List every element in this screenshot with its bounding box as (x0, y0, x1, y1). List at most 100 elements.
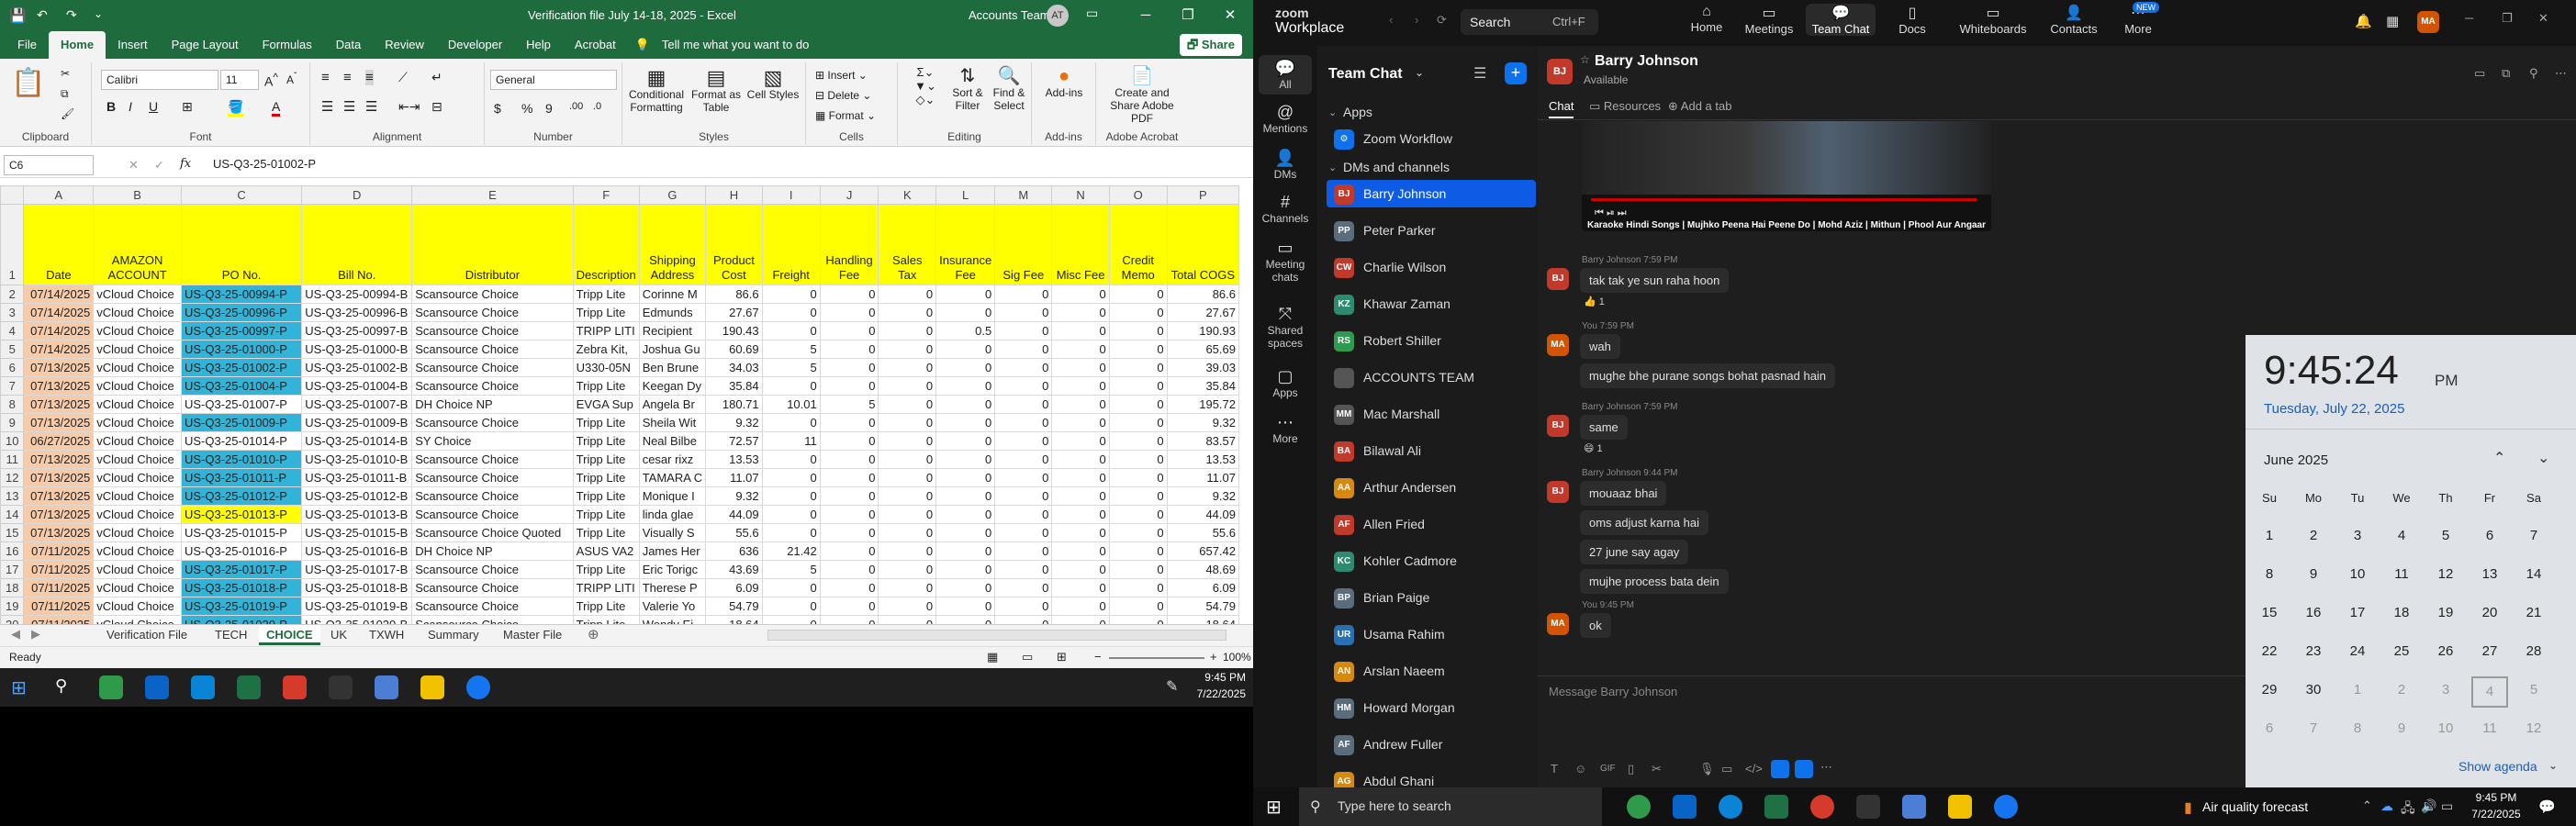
cell-st[interactable]: 0 (878, 376, 937, 396)
column-header[interactable]: E (411, 185, 574, 205)
cell-fr[interactable]: 0 (761, 486, 821, 506)
font-color-icon[interactable]: A (272, 99, 281, 117)
cell-po[interactable]: US-Q3-25-01010-P (180, 450, 303, 469)
collapse-apps-icon[interactable]: ⌄ (1328, 106, 1337, 118)
cell-date[interactable]: 07/11/2025 (23, 541, 95, 561)
row-header[interactable]: 8 (0, 395, 25, 414)
pen-icon[interactable]: ✎ (1166, 677, 1178, 696)
cell-total[interactable]: 65.69 (1166, 340, 1239, 359)
star-icon[interactable]: ☆ (1580, 53, 1590, 66)
cell-total[interactable]: 13.53 (1166, 450, 1239, 469)
cell-po[interactable]: US-Q3-25-01015-P (180, 523, 303, 542)
cell-st[interactable]: 0 (878, 578, 937, 597)
cell-total[interactable]: 35.84 (1166, 376, 1239, 396)
cell-acct[interactable]: vCloud Choice (93, 395, 182, 414)
contact-item-allen-fried[interactable]: AF Allen Fried (1327, 510, 1536, 538)
reaction-badge[interactable]: 😄 1 (1584, 442, 1603, 454)
search-icon[interactable]: ⚲ (55, 676, 67, 696)
message-bubble[interactable]: same (1580, 415, 1628, 440)
formula-input[interactable]: US-Q3-25-01002-P (213, 154, 1232, 174)
cell-desc[interactable]: TRIPP LITI (572, 578, 640, 597)
calendar-day[interactable]: 24 (2339, 643, 2376, 659)
cell-cm[interactable]: 0 (1108, 468, 1168, 487)
cell-acct[interactable]: vCloud Choice (93, 413, 182, 432)
contact-item-charlie-wilson[interactable]: CW Charlie Wilson (1327, 253, 1536, 281)
filter-icon[interactable]: ☰ (1473, 64, 1486, 83)
cell-acct[interactable]: vCloud Choice (93, 486, 182, 506)
cell-st[interactable]: 0 (878, 358, 937, 377)
calendar-day[interactable]: 29 (2251, 682, 2288, 698)
column-header[interactable]: J (819, 185, 879, 205)
cell-bill[interactable]: US-Q3-25-01016-B (301, 541, 413, 561)
cell-date[interactable]: 07/14/2025 (23, 321, 95, 340)
enter-icon[interactable]: ✓ (154, 158, 164, 173)
message-avatar[interactable]: MA (1547, 334, 1569, 356)
cell-st[interactable]: 0 (878, 560, 937, 579)
cell-sig[interactable]: 0 (994, 560, 1053, 579)
column-title[interactable]: Total COGS (1166, 204, 1239, 285)
rail-channels[interactable]: # Channels (1253, 193, 1317, 225)
find-select-button[interactable]: 🔍 Find & Select (988, 66, 1030, 113)
calendar-day[interactable]: 3 (2427, 682, 2464, 698)
cell-bill[interactable]: US-Q3-25-01013-B (301, 505, 413, 524)
cell-dist[interactable]: Scansource Choice (411, 450, 574, 469)
more-options-icon[interactable]: ⋯ (2555, 66, 2567, 81)
reaction-badge[interactable]: 👍 1 (1584, 296, 1605, 307)
dms-section-label[interactable]: DMs and channels (1343, 160, 1450, 174)
cell-cost[interactable]: 60.69 (705, 340, 763, 359)
chevron-down-icon[interactable]: ⌄ (2548, 759, 2558, 772)
apps-section-label[interactable]: Apps (1343, 105, 1372, 119)
cell-acct[interactable]: vCloud Choice (93, 541, 182, 561)
cell-sig[interactable]: 0 (994, 450, 1053, 469)
cell-misc[interactable]: 0 (1051, 486, 1110, 506)
file-explorer-icon[interactable] (420, 675, 444, 699)
maximize-icon[interactable]: ❐ (1167, 0, 1209, 31)
calendar-day[interactable]: 28 (2515, 643, 2552, 659)
cell-po[interactable]: US-Q3-25-01002-P (180, 358, 303, 377)
cell-hf[interactable]: 0 (819, 523, 879, 542)
minimize-icon[interactable]: ─ (1125, 0, 1167, 31)
cell-misc[interactable]: 0 (1051, 615, 1110, 624)
terminal-icon[interactable] (329, 675, 353, 699)
row-header[interactable]: 9 (0, 413, 25, 432)
cell-desc[interactable]: ASUS VA2 (572, 541, 640, 561)
cell-cost[interactable]: 44.09 (705, 505, 763, 524)
cell-sig[interactable]: 0 (994, 395, 1053, 414)
share-button[interactable]: 🗗 Share (1180, 34, 1242, 56)
column-title[interactable]: Sig Fee (994, 204, 1053, 285)
bold-icon[interactable]: B (106, 99, 116, 114)
redo-icon[interactable]: ↷ (66, 7, 77, 23)
insert-cells-button[interactable]: ⊞ Insert ⌄ (815, 69, 868, 83)
column-title[interactable]: Description (572, 204, 640, 285)
currency-icon[interactable]: $ (494, 101, 501, 116)
cell-hf[interactable]: 0 (819, 541, 879, 561)
cell-desc[interactable]: Tripp Lite (572, 523, 640, 542)
calendar-day[interactable]: 1 (2339, 682, 2376, 698)
taskbar-time[interactable]: 9:45 PM (2469, 791, 2524, 804)
cell-misc[interactable]: 0 (1051, 541, 1110, 561)
nav-contacts[interactable]: 👤 Contacts (2039, 4, 2109, 36)
cell-cost[interactable]: 13.53 (705, 450, 763, 469)
column-title[interactable]: Product Cost (705, 204, 763, 285)
cell-cost[interactable]: 6.09 (705, 578, 763, 597)
column-title[interactable]: Credit Memo (1108, 204, 1168, 285)
column-header[interactable]: O (1108, 185, 1168, 205)
calendar-day[interactable]: 23 (2295, 643, 2332, 659)
contact-item-khawar-zaman[interactable]: KZ Khawar Zaman (1327, 290, 1536, 318)
cell-acct[interactable]: vCloud Choice (93, 450, 182, 469)
column-header[interactable]: L (935, 185, 996, 205)
calendar-day[interactable]: 10 (2339, 566, 2376, 582)
cell-fr[interactable]: 21.42 (761, 541, 821, 561)
cell-ins[interactable]: 0 (935, 376, 996, 396)
cell-cost[interactable]: 27.67 (705, 303, 763, 322)
number-format-box[interactable]: General (490, 70, 617, 90)
cell-bill[interactable]: US-Q3-25-01017-B (301, 560, 413, 579)
column-header[interactable]: M (994, 185, 1053, 205)
row-header[interactable]: 17 (0, 560, 25, 579)
message-avatar[interactable]: MA (1547, 613, 1569, 635)
cell-misc[interactable]: 0 (1051, 358, 1110, 377)
message-bubble[interactable]: 27 june say agay (1580, 540, 1689, 564)
message-avatar[interactable]: BJ (1547, 481, 1569, 503)
message-bubble[interactable]: oms adjust karna hai (1580, 510, 1708, 535)
cell-acct[interactable]: vCloud Choice (93, 615, 182, 624)
